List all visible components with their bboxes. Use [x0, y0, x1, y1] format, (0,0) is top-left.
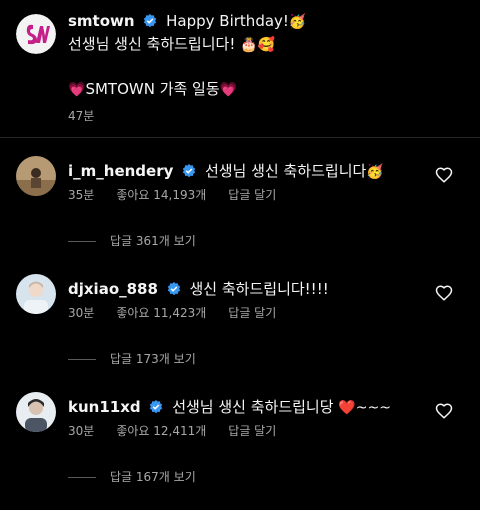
caption-line-2: 선생님 생신 축하드립니다!: [68, 35, 236, 53]
smtown-avatar[interactable]: [16, 14, 56, 54]
caption-line-1: Happy Birthday!: [166, 12, 289, 30]
like-heart-icon[interactable]: [435, 284, 453, 302]
comment-likes[interactable]: 좋아요 12,411개: [116, 424, 206, 438]
hendery-avatar[interactable]: [16, 156, 56, 196]
smtown-logo-icon: [16, 14, 56, 54]
comment-time: 35분: [68, 188, 95, 202]
post-time: 47분: [68, 109, 95, 123]
like-heart-icon[interactable]: [435, 402, 453, 420]
djxiao-avatar[interactable]: [16, 274, 56, 314]
comment-time: 30분: [68, 424, 95, 438]
reply-button[interactable]: 답글 달기: [228, 306, 276, 320]
divider: [0, 137, 480, 138]
view-replies-label: 답글 167개 보기: [110, 470, 196, 484]
verified-badge-icon: [167, 282, 180, 296]
red-heart-emoji: ❤️~~~: [338, 400, 391, 416]
comment-text: 선생님 생신 축하드립니당: [172, 398, 334, 416]
avatar-photo-icon: [16, 274, 56, 314]
comment-username[interactable]: djxiao_888: [68, 280, 158, 298]
verified-badge-icon: [182, 164, 196, 178]
party-face-emoji: 🥳: [366, 164, 384, 180]
replies-dash: [68, 241, 96, 242]
comment-meta: 30분 좋아요 12,411개 답글 달기: [68, 422, 298, 439]
comment-item: kun11xd 선생님 생신 축하드립니당 ❤️~~~ 30분 좋아요 12,41…: [0, 392, 480, 510]
cake-emoji: 🎂🥰: [240, 37, 276, 53]
comment-text: 선생님 생신 축하드립니다: [204, 162, 367, 180]
view-replies-label: 답글 173개 보기: [110, 352, 196, 366]
post-username[interactable]: smtown: [68, 12, 135, 30]
avatar-photo-icon: [16, 156, 56, 196]
comment-meta: 35분 좋아요 14,193개 답글 달기: [68, 186, 298, 203]
post-caption: smtown Happy Birthday!🥳 선생님 생신 축하드립니다! 🎂…: [68, 10, 468, 124]
comment-time: 30분: [68, 306, 95, 320]
avatar-photo-icon: [16, 392, 56, 432]
comment-username[interactable]: i_m_hendery: [68, 162, 173, 180]
pink-heart-emoji: 💗: [219, 82, 238, 98]
kun-avatar[interactable]: [16, 392, 56, 432]
like-heart-icon[interactable]: [435, 166, 453, 184]
comment-meta: 30분 좋아요 11,423개 답글 달기: [68, 304, 298, 321]
replies-dash: [68, 477, 96, 478]
caption-line-3: SMTOWN 가족 일동: [85, 80, 220, 98]
party-face-emoji: 🥳: [288, 14, 307, 30]
view-replies-button[interactable]: 답글 167개 보기: [68, 468, 196, 485]
verified-badge-icon: [144, 14, 157, 28]
comment-item: i_m_hendery 선생님 생신 축하드립니다🥳 35분 좋아요 14,193…: [0, 156, 480, 274]
comment-likes[interactable]: 좋아요 11,423개: [116, 306, 206, 320]
view-replies-button[interactable]: 답글 173개 보기: [68, 350, 196, 367]
view-replies-label: 답글 361개 보기: [110, 234, 196, 248]
comment-item: djxiao_888 생신 축하드립니다!!!! 30분 좋아요 11,423개 답…: [0, 274, 480, 392]
pink-heart-emoji: 💗: [68, 82, 86, 98]
verified-badge-icon: [150, 400, 163, 414]
comment-likes[interactable]: 좋아요 14,193개: [116, 188, 206, 202]
reply-button[interactable]: 답글 달기: [228, 424, 276, 438]
reply-button[interactable]: 답글 달기: [228, 188, 276, 202]
comment-username[interactable]: kun11xd: [68, 398, 141, 416]
view-replies-button[interactable]: 답글 361개 보기: [68, 232, 196, 249]
replies-dash: [68, 359, 96, 360]
comment-text: 생신 축하드립니다!!!!: [189, 280, 329, 298]
